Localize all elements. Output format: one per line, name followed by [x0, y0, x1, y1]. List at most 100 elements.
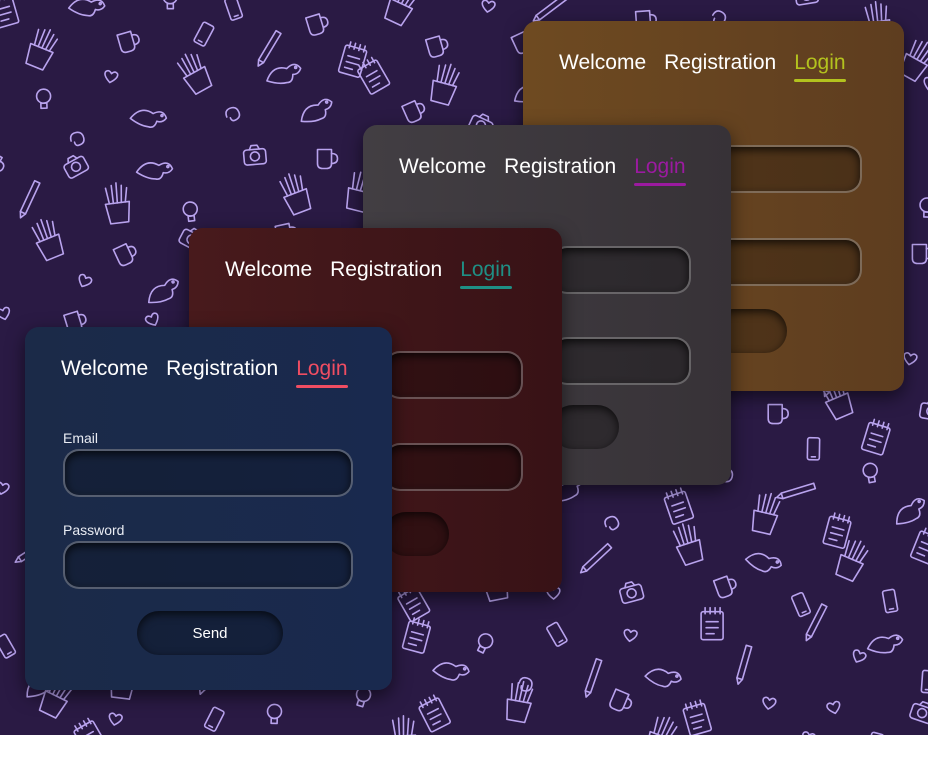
- pencil-doodle: [775, 482, 817, 500]
- send-button[interactable]: [384, 512, 449, 556]
- notebook-doodle: [682, 699, 713, 735]
- pencil-doodle: [805, 603, 828, 642]
- tab-login[interactable]: Login: [794, 51, 846, 82]
- camera-doodle: [619, 581, 645, 605]
- tab-registration[interactable]: Registration: [504, 155, 616, 183]
- dino-doodle: [644, 668, 682, 688]
- tab-welcome[interactable]: Welcome: [399, 155, 486, 183]
- tab-registration[interactable]: Registration: [330, 258, 442, 286]
- notebook-doodle: [418, 694, 451, 733]
- password-field[interactable]: [551, 337, 691, 385]
- notebook-doodle: [401, 617, 431, 654]
- tab-welcome[interactable]: Welcome: [61, 357, 148, 385]
- password-input[interactable]: [63, 541, 353, 589]
- dino-doodle: [744, 552, 783, 573]
- heart-doodle: [0, 481, 10, 495]
- heart-doodle: [104, 69, 119, 84]
- tab-login[interactable]: Login: [296, 357, 348, 388]
- bulb-doodle: [182, 201, 199, 223]
- phone-doodle: [806, 436, 821, 461]
- fries-doodle: [279, 173, 312, 216]
- mug-doodle: [0, 150, 5, 174]
- fries-doodle: [506, 680, 534, 724]
- bulb-doodle: [476, 633, 494, 654]
- camera-doodle: [63, 154, 90, 179]
- pencil-doodle: [584, 657, 603, 698]
- mug-doodle: [112, 242, 137, 267]
- swirl-doodle: [604, 515, 620, 531]
- password-field[interactable]: [711, 238, 862, 286]
- phone-doodle: [920, 669, 928, 694]
- password-label: Password: [63, 522, 125, 538]
- mug-doodle: [401, 99, 426, 124]
- bulb-doodle: [919, 197, 928, 218]
- password-field[interactable]: [384, 443, 523, 491]
- mug-doodle: [712, 575, 737, 599]
- pencil-doodle: [257, 29, 282, 67]
- mug-doodle: [911, 243, 928, 265]
- camera-doodle: [918, 399, 928, 422]
- notebook-doodle: [700, 606, 724, 641]
- phone-doodle: [0, 633, 17, 659]
- mug-doodle: [116, 30, 140, 54]
- camera-doodle: [242, 144, 268, 166]
- email-field[interactable]: [551, 246, 691, 294]
- phone-doodle: [881, 588, 899, 614]
- bulb-doodle: [266, 703, 283, 725]
- tab-bar: Welcome Registration Login: [61, 357, 348, 388]
- notebook-doodle: [357, 56, 391, 95]
- dino-doodle: [135, 162, 174, 180]
- tab-login[interactable]: Login: [634, 155, 686, 186]
- notebook-doodle: [860, 418, 891, 456]
- phone-doodle: [193, 21, 215, 47]
- dino-doodle: [67, 0, 106, 17]
- mug-doodle: [424, 35, 449, 58]
- phone-doodle: [224, 0, 244, 21]
- tab-bar: Welcome Registration Login: [225, 258, 512, 289]
- tab-registration[interactable]: Registration: [166, 357, 278, 385]
- heart-doodle: [481, 0, 496, 13]
- tab-bar: Welcome Registration Login: [559, 51, 846, 82]
- email-field[interactable]: [711, 145, 862, 193]
- dino-doodle: [432, 662, 470, 681]
- mug-doodle: [767, 403, 790, 425]
- camera-doodle: [909, 700, 928, 725]
- login-card-navy: Welcome Registration Login Email Passwor…: [25, 327, 392, 690]
- tab-bar: Welcome Registration Login: [399, 155, 686, 186]
- heart-doodle: [802, 731, 817, 735]
- dino-doodle: [266, 63, 302, 85]
- heart-doodle: [623, 628, 638, 643]
- fries-doodle: [31, 218, 65, 262]
- notebook-doodle: [663, 487, 695, 525]
- email-field[interactable]: [384, 351, 523, 399]
- tab-welcome[interactable]: Welcome: [225, 258, 312, 286]
- fries-doodle: [645, 716, 678, 735]
- notebook-doodle: [909, 527, 928, 565]
- fries-doodle: [430, 63, 460, 106]
- bulb-doodle: [35, 88, 52, 110]
- notebook-doodle: [0, 0, 20, 29]
- pencil-doodle: [736, 644, 753, 685]
- fries-doodle: [25, 28, 59, 71]
- fries-doodle: [176, 53, 213, 96]
- swirl-doodle: [518, 676, 533, 692]
- fries-doodle: [390, 714, 417, 735]
- pencil-doodle: [579, 542, 613, 574]
- tab-registration[interactable]: Registration: [664, 51, 776, 79]
- notebook-doodle: [337, 41, 368, 79]
- swirl-doodle: [69, 131, 85, 147]
- send-button[interactable]: Send: [137, 611, 283, 655]
- heart-doodle: [0, 306, 11, 321]
- tab-login[interactable]: Login: [460, 258, 512, 289]
- email-input[interactable]: [63, 449, 353, 497]
- mug-doodle: [304, 13, 329, 36]
- tab-welcome[interactable]: Welcome: [559, 51, 646, 79]
- heart-doodle: [852, 649, 867, 663]
- phone-doodle: [791, 591, 811, 618]
- fries-doodle: [672, 523, 704, 567]
- pencil-doodle: [19, 179, 41, 219]
- fries-doodle: [104, 182, 131, 225]
- dino-doodle: [129, 109, 168, 128]
- swirl-doodle: [225, 106, 241, 122]
- dino-doodle: [895, 497, 925, 525]
